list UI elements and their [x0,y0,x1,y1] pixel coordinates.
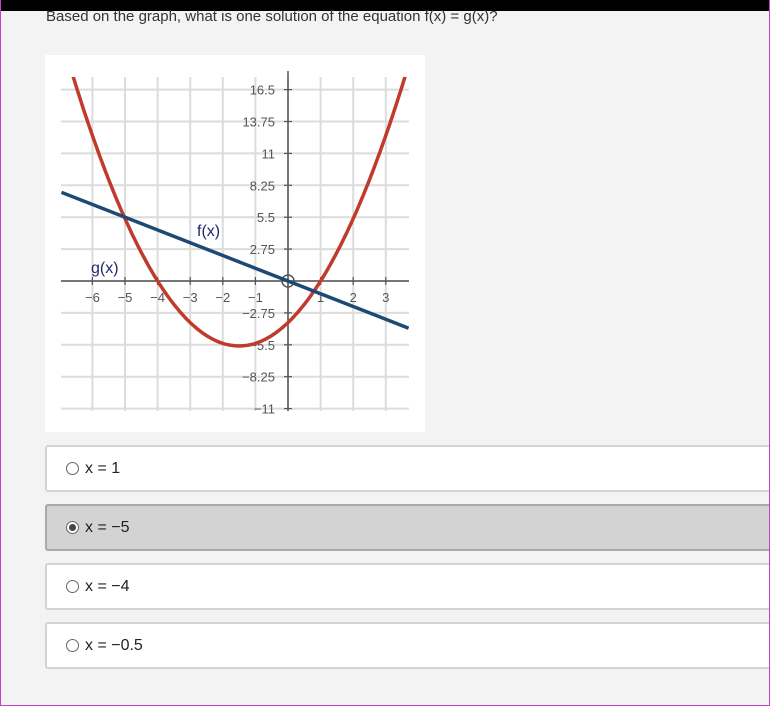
g-curve [71,77,407,348]
x-tick-label: −4 [150,290,165,305]
choice-label: x = −5 [85,518,130,536]
x-tick-label: −5 [118,290,133,305]
y-tick-label: 2.75 [250,242,275,257]
x-tick-label: 2 [350,290,357,305]
x-tick-label: −3 [183,290,198,305]
y-tick-label: 13.75 [242,115,275,130]
radio-button[interactable] [66,580,79,593]
f-label: f(x) [197,223,220,240]
x-tick-label: −2 [215,290,230,305]
radio-button[interactable] [66,639,79,652]
y-tick-label: −8.25 [242,370,275,385]
choice-option-2[interactable]: x = −5 [45,504,770,551]
y-tick-label: 5.5 [257,210,275,225]
radio-button[interactable] [66,521,79,534]
y-tick-label: 8.25 [250,178,275,193]
function-graph: −6 −5 −4 −3 −2 −1 1 2 3 16.5 13.75 11 8.25 5.5 2.75 −2.… [61,71,409,417]
y-tick-label: −2.75 [242,306,275,321]
g-label: g(x) [91,260,119,277]
choice-label: x = −0.5 [85,636,143,654]
y-tick-label: 16.5 [250,83,275,98]
x-tick-label: −1 [248,290,263,305]
choice-label: x = −4 [85,577,130,595]
y-tick-label: 11 [262,146,276,161]
choice-label: x = 1 [85,459,121,477]
choice-option-4[interactable]: x = −0.5 [45,622,770,669]
x-tick-label: 3 [382,290,389,305]
graph-panel: −6 −5 −4 −3 −2 −1 1 2 3 16.5 13.75 11 8.25 5.5 2.75 −2.… [45,55,425,432]
choice-option-1[interactable]: x = 1 [45,445,770,492]
y-tick-label: −11 [254,402,275,417]
choice-option-3[interactable]: x = −4 [45,563,770,610]
x-tick-label: −6 [85,290,100,305]
radio-button[interactable] [66,462,79,475]
question-text: Based on the graph, what is one solution… [46,8,498,25]
